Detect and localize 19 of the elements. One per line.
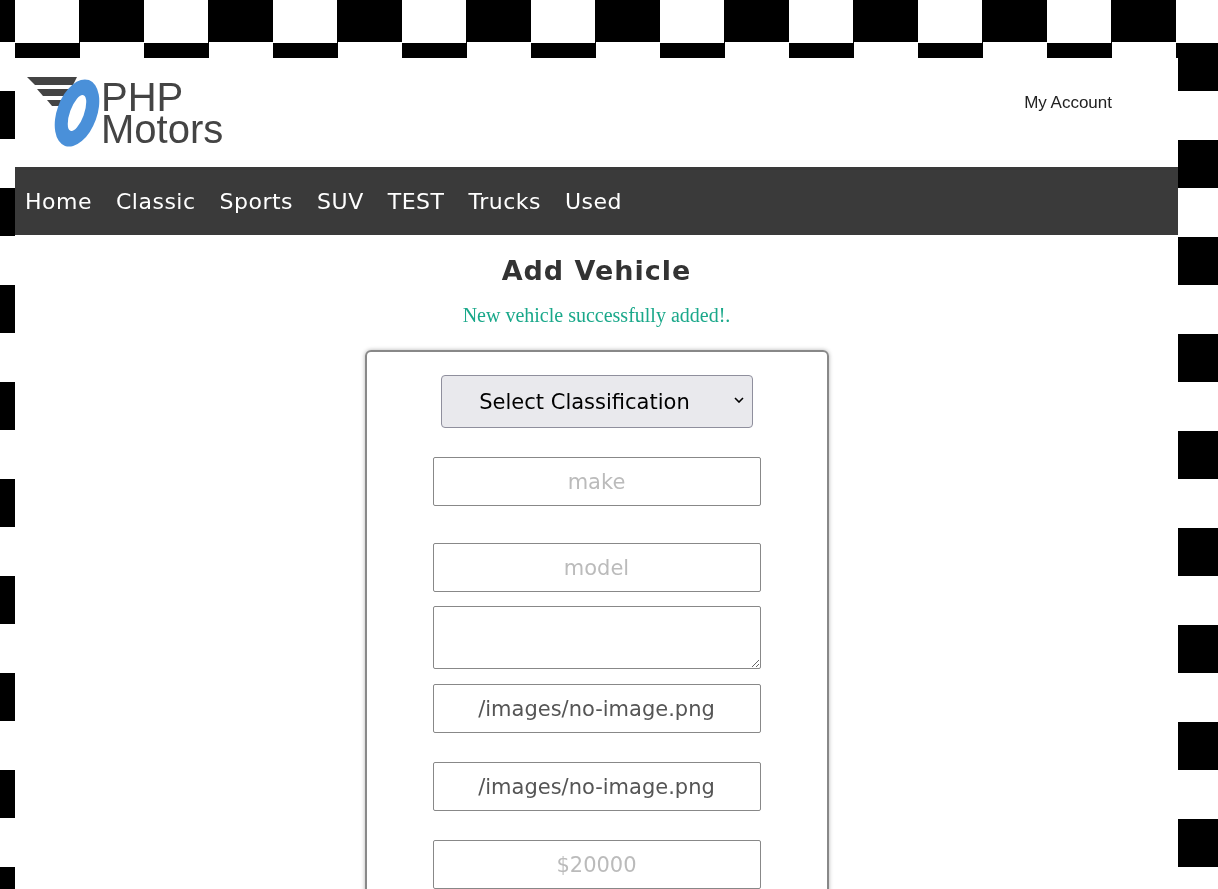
input-field[interactable]: $20000: [432, 840, 761, 889]
nav-link[interactable]: SUV: [317, 188, 375, 214]
logo-text: PHP: [101, 80, 184, 113]
input-field[interactable]: model: [432, 543, 761, 592]
classification-select[interactable]: Select Classification: [440, 375, 753, 428]
nav-link[interactable]: Sports: [219, 188, 305, 214]
logo-text: Motors: [101, 112, 224, 145]
input-field[interactable]: make: [432, 457, 761, 506]
nav-link[interactable]: Trucks: [468, 188, 552, 214]
page-title: Add Vehicle: [501, 255, 692, 286]
account-link[interactable]: My Account: [1024, 92, 1112, 113]
logo[interactable]: PHP Motors: [27, 75, 224, 150]
input-field[interactable]: /images/no-image.png: [432, 762, 761, 811]
success-message: New vehicle successfully added!.: [462, 304, 731, 327]
nav-link[interactable]: Home: [25, 188, 103, 214]
nav-link[interactable]: Classic: [115, 188, 207, 214]
nav-link[interactable]: TEST: [387, 188, 456, 214]
nav-link[interactable]: Used: [564, 188, 634, 214]
input-field[interactable]: /images/no-image.png: [432, 684, 761, 733]
